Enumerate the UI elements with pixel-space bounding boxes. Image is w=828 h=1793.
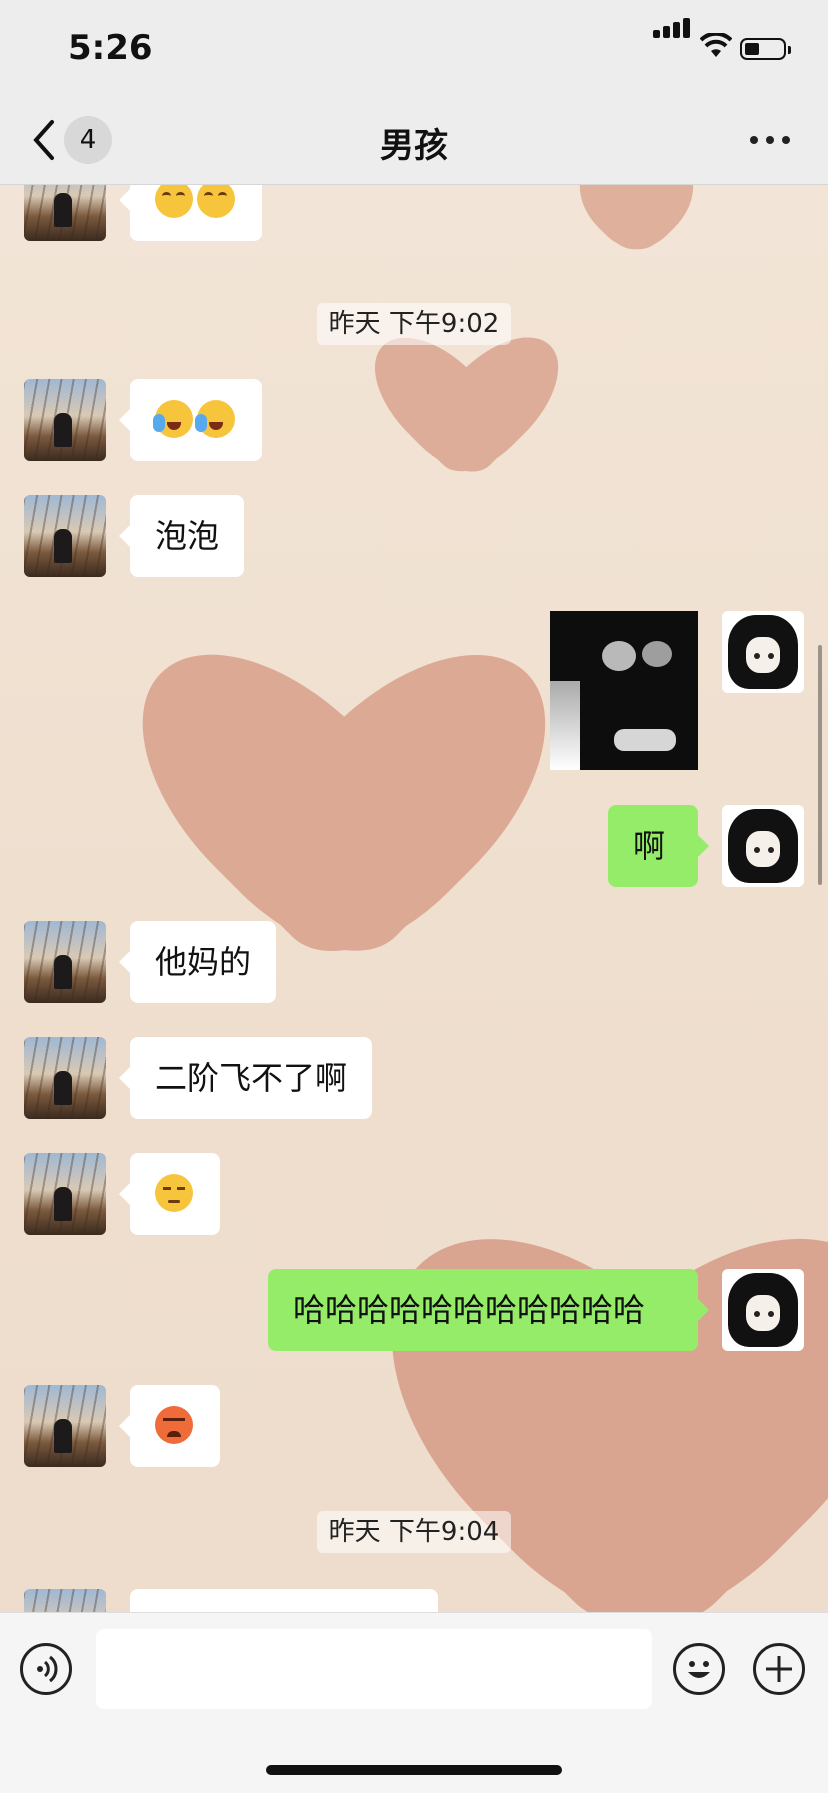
message-bubble[interactable] <box>130 1589 438 1612</box>
message-bubble-emoji[interactable] <box>119 1385 220 1467</box>
message-bubble[interactable]: 他妈的 <box>118 921 277 1003</box>
timestamp-label: 昨天 下午9:04 <box>316 1511 512 1553</box>
contact-avatar[interactable] <box>24 495 106 577</box>
contact-avatar[interactable] <box>24 1037 106 1119</box>
contact-avatar[interactable] <box>24 1589 106 1612</box>
laugh-cry-emoji-icon <box>153 400 193 438</box>
message-bubble[interactable]: 泡泡 <box>118 495 245 577</box>
add-button[interactable] <box>753 1643 805 1695</box>
voice-button[interactable] <box>20 1643 72 1695</box>
my-avatar[interactable] <box>722 611 804 693</box>
message-bubble-emoji[interactable] <box>119 379 262 461</box>
battery-icon <box>740 38 791 60</box>
wifi-icon <box>700 33 732 57</box>
my-avatar[interactable] <box>722 805 804 887</box>
smirk-emoji-icon <box>155 185 193 218</box>
angry-emoji-icon <box>155 1406 193 1444</box>
timestamp: 昨天 下午9:02 <box>0 303 828 345</box>
message-bubble-emoji[interactable] <box>119 185 262 241</box>
contact-avatar[interactable] <box>24 1153 106 1235</box>
scrollbar[interactable] <box>818 645 822 885</box>
laugh-cry-emoji-icon <box>195 400 235 438</box>
contact-avatar[interactable] <box>24 1385 106 1467</box>
timestamp: 昨天 下午9:04 <box>0 1511 828 1553</box>
chat-header: 4 男孩 <box>0 96 828 185</box>
plus-icon <box>766 1656 792 1682</box>
emoji-button[interactable] <box>673 1643 725 1695</box>
smiley-icon <box>688 1661 710 1678</box>
status-bar: 5:26 <box>0 0 828 96</box>
message-bubble-emoji[interactable] <box>119 1153 220 1235</box>
contact-avatar[interactable] <box>24 185 106 241</box>
smirk-emoji-icon <box>197 185 235 218</box>
my-avatar[interactable] <box>722 1269 804 1351</box>
home-indicator <box>266 1765 562 1775</box>
image-message[interactable] <box>550 611 698 770</box>
message-bubble[interactable]: 二阶飞不了啊 <box>118 1037 373 1119</box>
timestamp-label: 昨天 下午9:02 <box>316 303 512 345</box>
voice-icon <box>37 1655 58 1683</box>
status-time: 5:26 <box>68 28 153 68</box>
contact-avatar[interactable] <box>24 921 106 1003</box>
unamused-emoji-icon <box>155 1174 193 1212</box>
chat-title: 男孩 <box>380 126 448 166</box>
message-input[interactable] <box>96 1629 652 1709</box>
message-bubble-mine[interactable]: 啊 <box>608 805 709 887</box>
more-options-icon[interactable] <box>748 136 792 146</box>
contact-avatar[interactable] <box>24 379 106 461</box>
message-bubble-mine[interactable]: 哈哈哈哈哈哈哈哈哈哈哈 <box>268 1269 709 1351</box>
message-list[interactable]: 昨天 下午9:02 泡泡 啊 他妈的 二阶飞不了啊 哈哈哈哈哈哈哈哈哈哈哈 昨天… <box>0 185 828 1612</box>
